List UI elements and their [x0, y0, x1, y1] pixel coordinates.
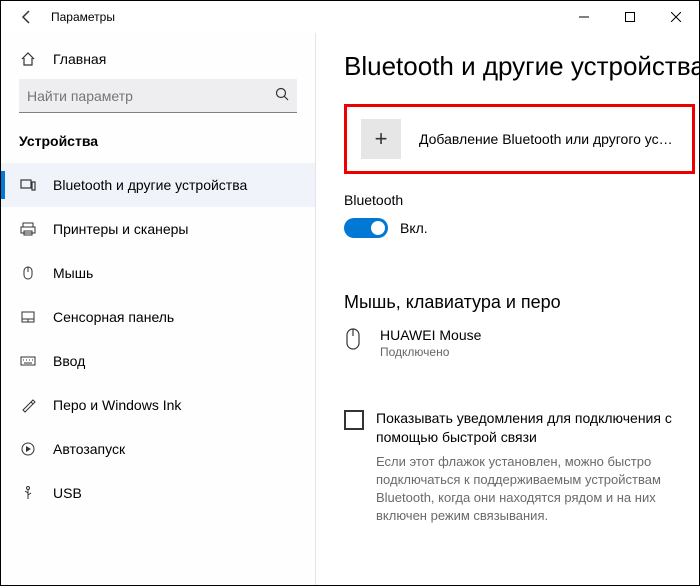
add-device-highlight: + Добавление Bluetooth или другого устро… [344, 104, 695, 174]
bluetooth-toggle[interactable] [344, 218, 388, 238]
mouse-icon [344, 327, 364, 354]
sidebar-item-label: Перо и Windows Ink [53, 397, 181, 413]
keyboard-icon [19, 353, 37, 369]
maximize-button[interactable] [607, 1, 653, 33]
touchpad-icon [19, 309, 37, 325]
search-icon [275, 87, 289, 104]
swift-pair-checkbox[interactable] [344, 410, 364, 430]
search-input[interactable] [27, 88, 275, 104]
sidebar-item-printers[interactable]: Принтеры и сканеры [1, 207, 315, 251]
sidebar-item-label: USB [53, 485, 82, 501]
swift-pair-hint: Если этот флажок установлен, можно быстр… [344, 453, 699, 526]
printer-icon [19, 221, 37, 237]
plus-icon: + [361, 119, 401, 159]
sidebar-item-label: Сенсорная панель [53, 309, 174, 325]
home-icon [19, 51, 37, 67]
usb-icon [19, 485, 37, 501]
sub-section-title: Мышь, клавиатура и перо [344, 292, 699, 313]
sidebar-item-label: Автозапуск [53, 441, 125, 457]
sidebar-item-usb[interactable]: USB [1, 471, 315, 515]
home-label: Главная [53, 51, 106, 67]
mouse-icon [19, 265, 37, 281]
sidebar-item-touchpad[interactable]: Сенсорная панель [1, 295, 315, 339]
add-device-button[interactable]: + Добавление Bluetooth или другого устро… [361, 119, 679, 159]
sidebar-item-label: Ввод [53, 353, 85, 369]
sidebar: Главная Устройства Bluetooth и другие ус… [1, 33, 316, 585]
sidebar-section-title: Устройства [1, 127, 315, 163]
device-status: Подключено [380, 345, 481, 359]
close-button[interactable] [653, 1, 699, 33]
sidebar-item-label: Мышь [53, 265, 93, 281]
search-box[interactable] [19, 79, 297, 113]
sidebar-item-mouse[interactable]: Мышь [1, 251, 315, 295]
sidebar-item-label: Принтеры и сканеры [53, 221, 188, 237]
minimize-button[interactable] [561, 1, 607, 33]
sidebar-item-bluetooth[interactable]: Bluetooth и другие устройства [1, 163, 315, 207]
window-title: Параметры [51, 10, 115, 24]
pen-icon [19, 397, 37, 413]
home-nav[interactable]: Главная [1, 43, 315, 75]
bluetooth-label: Bluetooth [344, 192, 699, 208]
device-row[interactable]: HUAWEI Mouse Подключено [344, 325, 699, 361]
sidebar-nav: Bluetooth и другие устройства Принтеры и… [1, 163, 315, 515]
sidebar-item-typing[interactable]: Ввод [1, 339, 315, 383]
titlebar: Параметры [1, 1, 699, 33]
autoplay-icon [19, 441, 37, 457]
swift-pair-label: Показывать уведомления для подключения с… [376, 409, 679, 447]
sidebar-item-label: Bluetooth и другие устройства [53, 177, 247, 193]
page-title: Bluetooth и другие устройства [344, 51, 699, 82]
sidebar-item-pen[interactable]: Перо и Windows Ink [1, 383, 315, 427]
add-device-label: Добавление Bluetooth или другого устройс… [419, 131, 679, 147]
content-pane: Bluetooth и другие устройства + Добавлен… [316, 33, 699, 585]
back-button[interactable] [13, 3, 41, 31]
bluetooth-toggle-state: Вкл. [400, 220, 428, 236]
devices-icon [19, 177, 37, 193]
sidebar-item-autoplay[interactable]: Автозапуск [1, 427, 315, 471]
device-name: HUAWEI Mouse [380, 327, 481, 343]
